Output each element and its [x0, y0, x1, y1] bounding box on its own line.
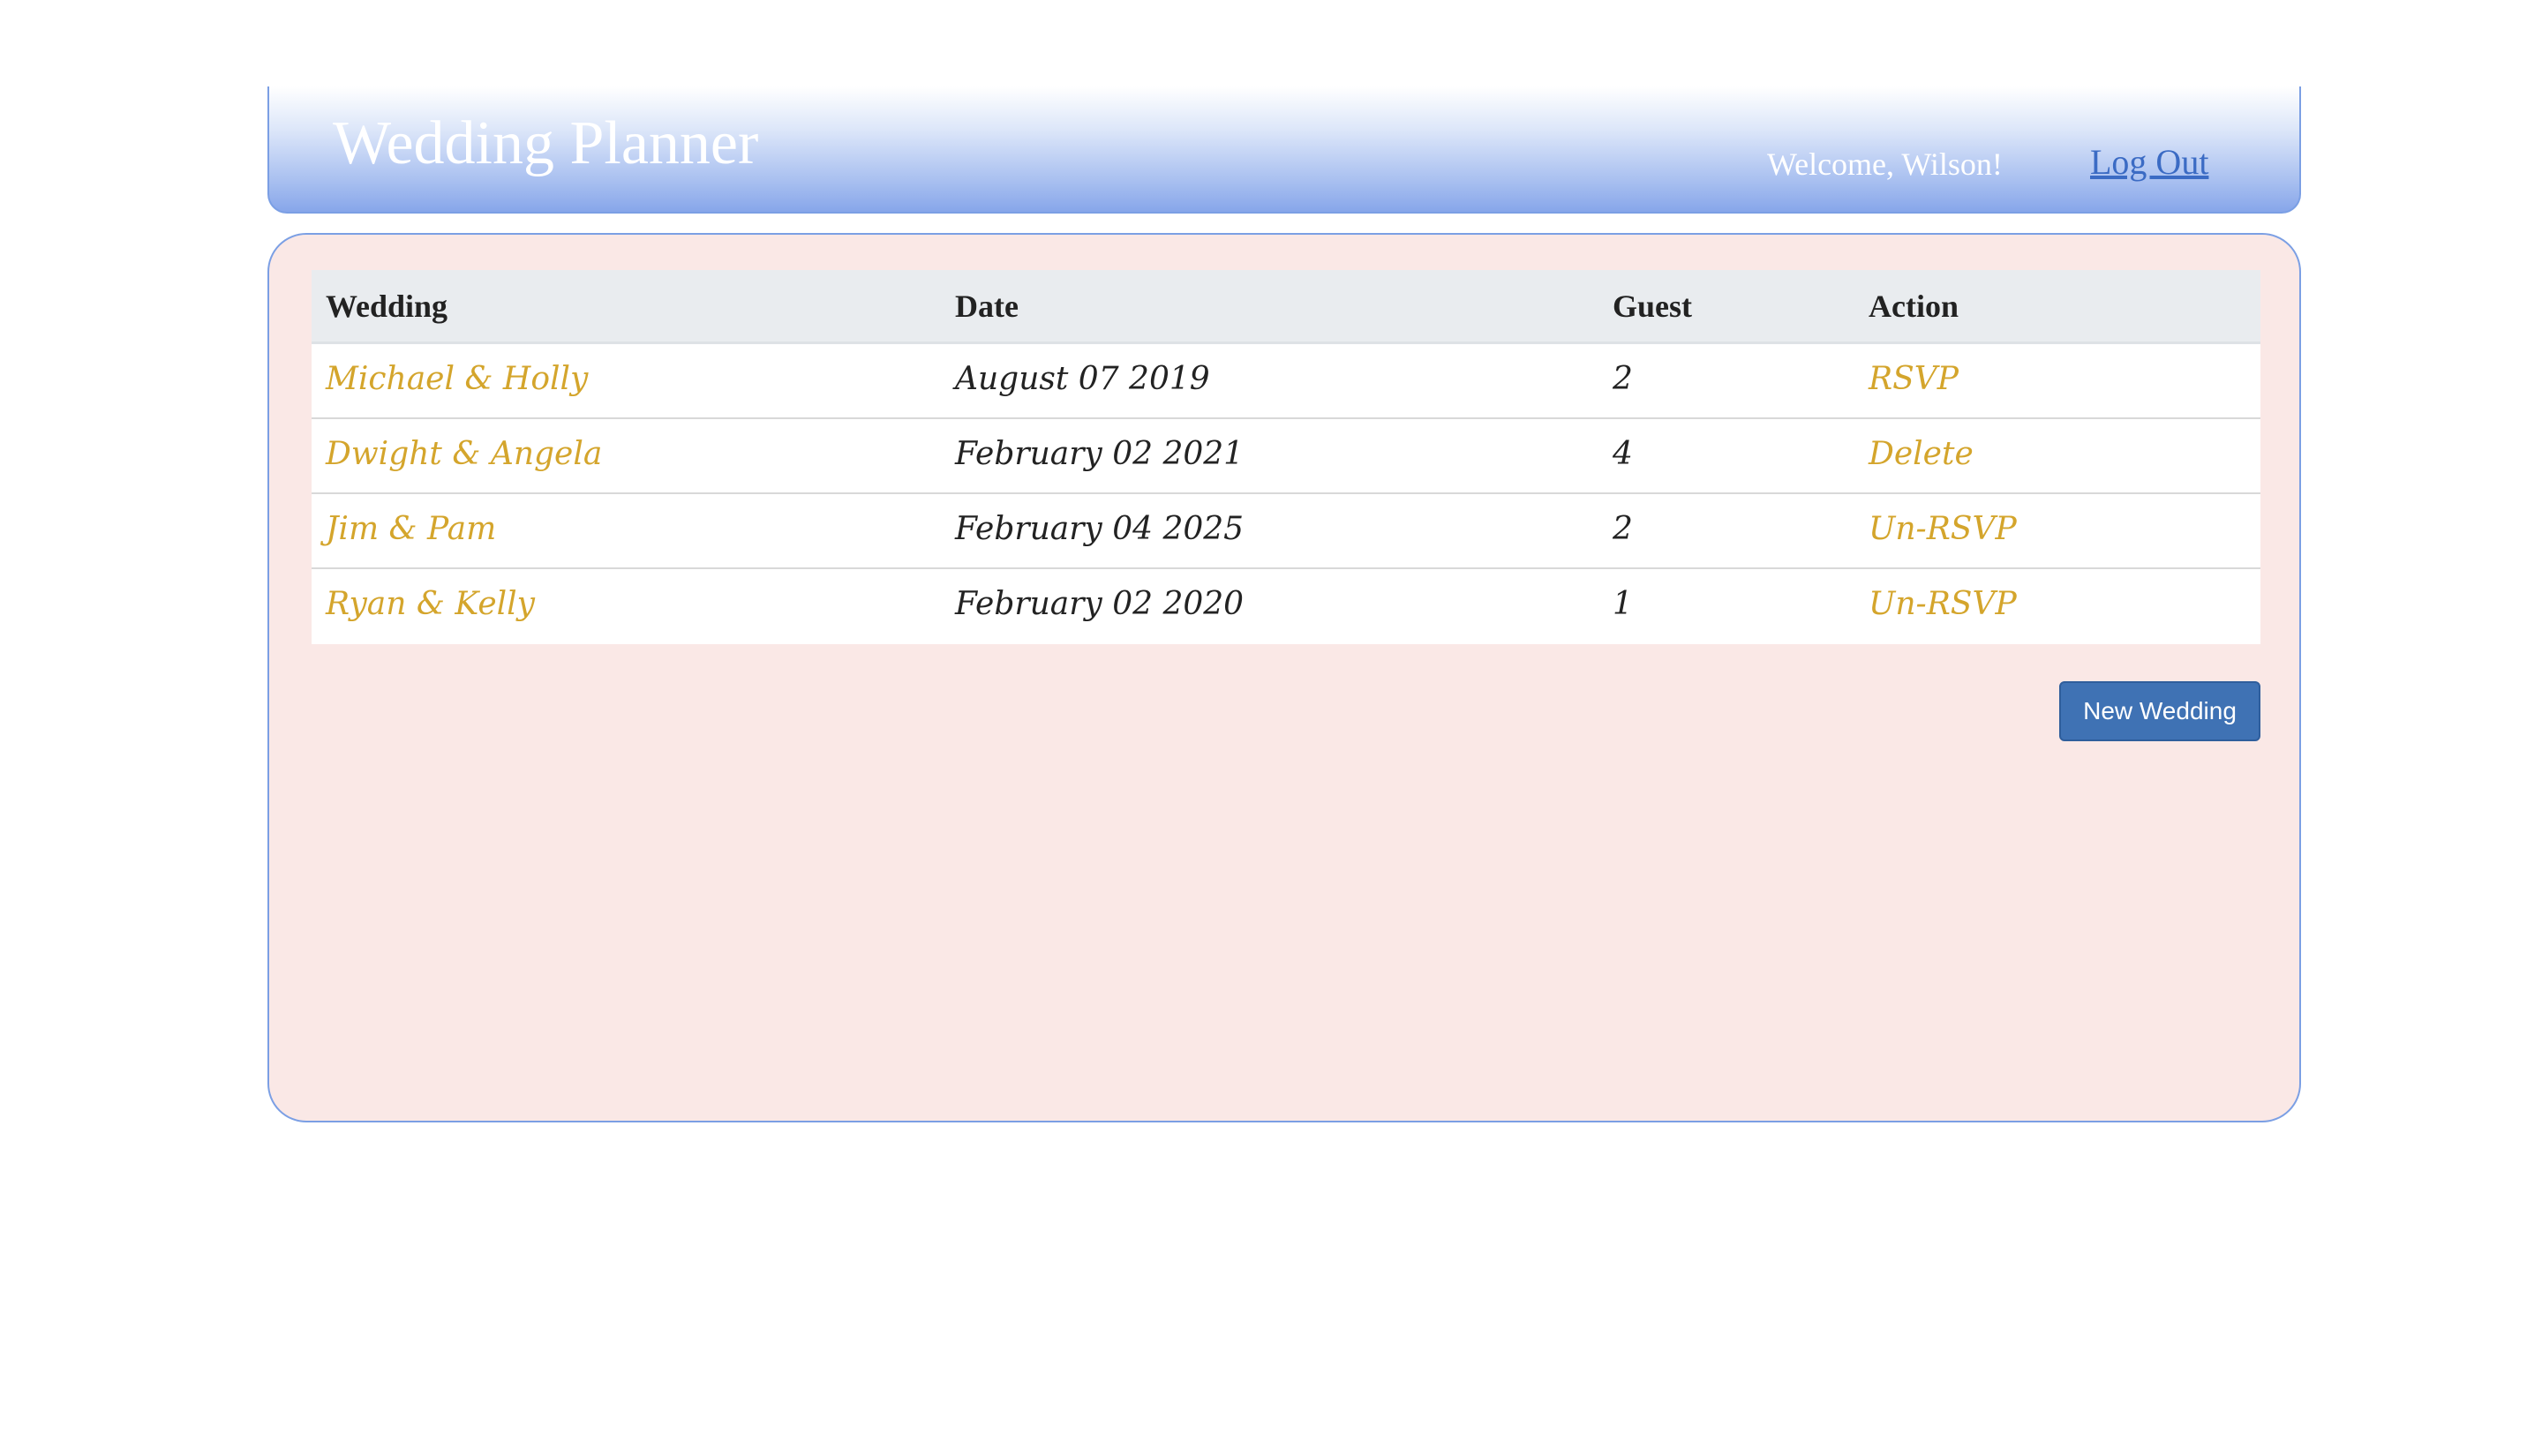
wedding-link[interactable]: Michael & Holly — [326, 360, 588, 398]
new-wedding-button[interactable]: New Wedding — [2059, 681, 2260, 741]
table-header: Wedding Date Guest Action — [312, 270, 2260, 344]
column-header-date: Date — [955, 289, 1019, 324]
table-row: Ryan & Kelly February 02 2020 1 Un-RSVP — [312, 569, 2260, 644]
wedding-date: February 02 2020 — [955, 586, 1245, 622]
table-row: Dwight & Angela February 02 2021 4 Delet… — [312, 419, 2260, 494]
wedding-date: August 07 2019 — [955, 361, 1210, 397]
guest-count: 2 — [1613, 361, 1633, 397]
wedding-link[interactable]: Ryan & Kelly — [326, 585, 535, 623]
un-rsvp-action-link[interactable]: Un-RSVP — [1869, 585, 2017, 623]
dashboard-panel: Wedding Date Guest Action Michael & Holl… — [267, 233, 2301, 1122]
logout-link[interactable]: Log Out — [2090, 145, 2208, 180]
delete-action-link[interactable]: Delete — [1869, 435, 1974, 473]
weddings-table: Wedding Date Guest Action Michael & Holl… — [312, 270, 2260, 644]
column-header-action: Action — [1869, 289, 1959, 324]
table-row: Michael & Holly August 07 2019 2 RSVP — [312, 344, 2260, 419]
wedding-date: February 02 2021 — [955, 436, 1245, 472]
wedding-date: February 04 2025 — [955, 511, 1245, 547]
column-header-guest: Guest — [1613, 289, 1692, 324]
header-bar: Wedding Planner Welcome, Wilson! Log Out — [267, 86, 2301, 214]
column-header-wedding: Wedding — [326, 289, 448, 324]
wedding-link[interactable]: Jim & Pam — [326, 510, 496, 548]
guest-count: 1 — [1613, 586, 1633, 622]
guest-count: 4 — [1613, 436, 1633, 472]
wedding-link[interactable]: Dwight & Angela — [326, 435, 602, 473]
app-title: Wedding Planner — [333, 109, 759, 177]
guest-count: 2 — [1613, 511, 1633, 547]
un-rsvp-action-link[interactable]: Un-RSVP — [1869, 510, 2017, 548]
welcome-message: Welcome, Wilson! — [1767, 146, 2003, 182]
table-row: Jim & Pam February 04 2025 2 Un-RSVP — [312, 494, 2260, 569]
rsvp-action-link[interactable]: RSVP — [1869, 360, 1959, 398]
